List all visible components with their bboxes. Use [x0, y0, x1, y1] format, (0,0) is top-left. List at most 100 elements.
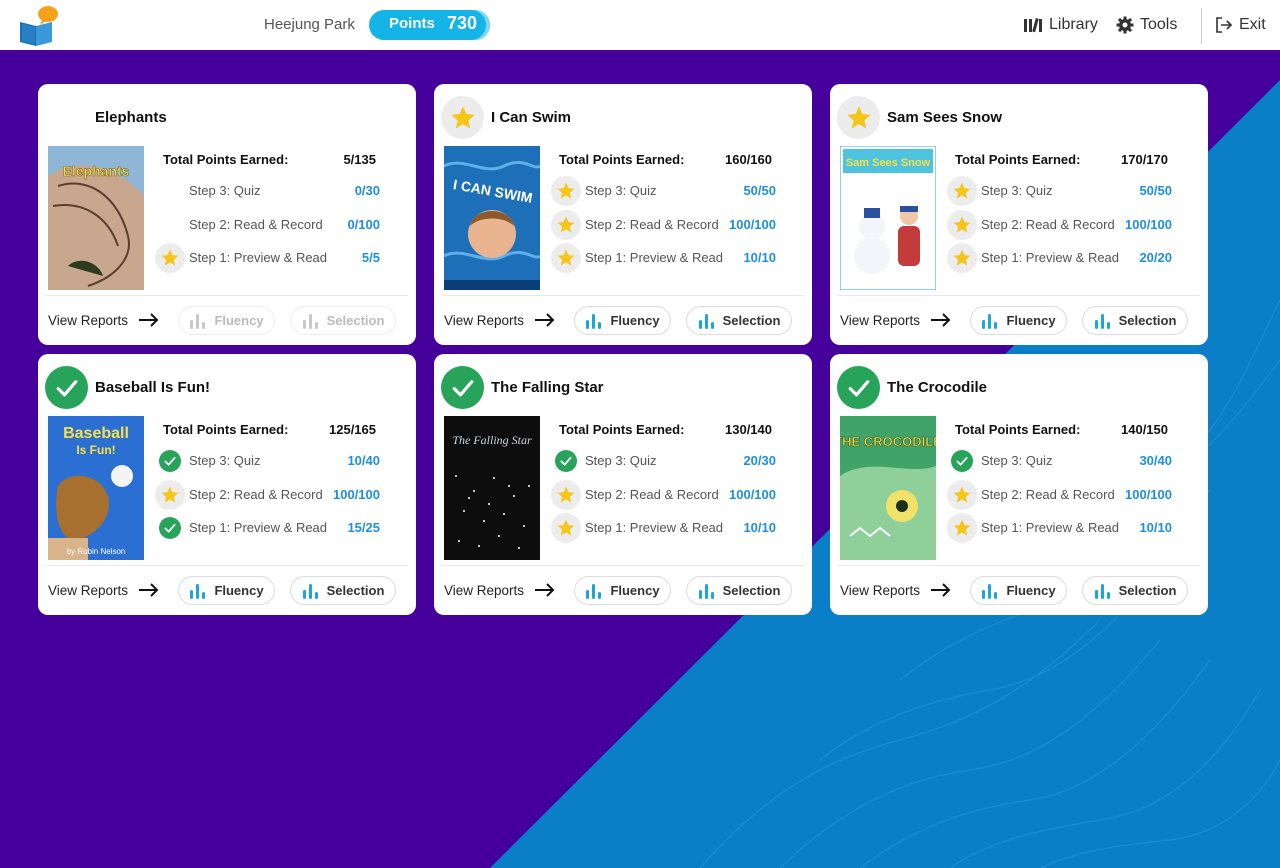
step-row[interactable]: Step 2: Read & Record 100/100	[946, 479, 1172, 510]
view-reports-label: View Reports	[48, 313, 129, 328]
star-icon	[953, 182, 971, 199]
total-points-value: 170/170	[1121, 152, 1168, 167]
book-cover[interactable]: I CAN SWIM	[444, 146, 540, 290]
book-cover[interactable]: THE CROCODILE	[840, 416, 936, 560]
selection-report-button[interactable]: Selection	[290, 576, 396, 605]
star-icon	[557, 519, 575, 536]
star-dot	[483, 520, 485, 522]
total-points-label: Total Points Earned:	[955, 422, 1081, 437]
step-row[interactable]: Step 1: Preview & Read 15/25	[154, 513, 380, 543]
star-dot	[463, 510, 465, 512]
book-title[interactable]: Sam Sees Snow	[887, 109, 1002, 126]
star-dot	[528, 485, 530, 487]
selection-button-label: Selection	[1118, 313, 1177, 328]
bar-chart-icon	[982, 583, 998, 599]
step-label: Step 1: Preview & Read	[585, 520, 724, 535]
fluency-report-button[interactable]: Fluency	[970, 576, 1067, 605]
step-label: Step 3: Quiz	[585, 183, 657, 198]
fluency-report-button[interactable]: Fluency	[970, 306, 1067, 335]
step-label: Step 2: Read & Record	[189, 486, 323, 502]
book-cover-wrap[interactable]: Baseball Is Fun! by Robin Nelson	[48, 416, 144, 560]
book-title[interactable]: The Falling Star	[491, 379, 604, 396]
step-row[interactable]: Step 1: Preview & Read 10/10	[550, 243, 776, 273]
svg-text:Sam Sees Snow: Sam Sees Snow	[846, 157, 931, 169]
fluency-report-button[interactable]: Fluency	[574, 306, 671, 335]
step-row[interactable]: Step 1: Preview & Read 5/5	[154, 243, 380, 273]
check-icon	[452, 379, 473, 396]
step-row[interactable]: Step 1: Preview & Read 10/10	[550, 513, 776, 543]
book-cover[interactable]: Sam Sees Snow	[840, 146, 936, 290]
fluency-report-button[interactable]: Fluency	[574, 576, 671, 605]
step-status-icon	[155, 243, 185, 273]
star-dot	[478, 545, 480, 547]
selection-button-label: Selection	[326, 313, 385, 328]
selection-report-button[interactable]: Selection	[1082, 306, 1188, 335]
book-title[interactable]: Elephants	[95, 109, 167, 126]
step-row[interactable]: Step 3: Quiz 50/50	[550, 176, 776, 206]
book-cover-wrap[interactable]: THE CROCODILE	[840, 416, 936, 560]
step-row[interactable]: Step 2: Read & Record 0/100	[154, 210, 380, 240]
completion-badge	[837, 366, 880, 409]
total-points-label: Total Points Earned:	[955, 152, 1081, 167]
step-row[interactable]: Step 1: Preview & Read 20/20	[946, 243, 1172, 273]
card-divider	[442, 565, 804, 566]
selection-report-button[interactable]: Selection	[1082, 576, 1188, 605]
selection-report-button[interactable]: Selection	[290, 306, 396, 335]
nav-exit[interactable]: Exit	[1215, 16, 1266, 34]
step-row[interactable]: Step 3: Quiz 10/40	[154, 446, 380, 476]
step-row[interactable]: Step 3: Quiz 50/50	[946, 176, 1172, 206]
exit-icon	[1216, 17, 1233, 33]
book-title[interactable]: Baseball Is Fun!	[95, 379, 210, 396]
book-cover-wrap[interactable]: I CAN SWIM	[444, 146, 540, 290]
book-title[interactable]: I Can Swim	[491, 109, 571, 126]
total-points-value: 130/140	[725, 422, 772, 437]
step-row[interactable]: Step 1: Preview & Read 10/10	[946, 513, 1172, 543]
step-row[interactable]: Step 2: Read & Record 100/100	[550, 479, 776, 510]
book-cover-wrap[interactable]: The Falling Star	[444, 416, 540, 560]
book-cover[interactable]: Baseball Is Fun! by Robin Nelson	[48, 416, 144, 560]
nav-tools[interactable]: Tools	[1116, 16, 1177, 34]
fluency-report-button[interactable]: Fluency	[178, 306, 275, 335]
view-reports-label: View Reports	[840, 583, 921, 598]
step-row[interactable]: Step 2: Read & Record 100/100	[946, 209, 1172, 240]
fluency-report-button[interactable]: Fluency	[178, 576, 275, 605]
check-icon	[956, 456, 968, 466]
step-row[interactable]: Step 2: Read & Record 100/100	[550, 209, 776, 240]
points-value: 730	[447, 13, 478, 33]
card-divider	[442, 295, 804, 296]
step-score: 10/40	[347, 453, 380, 468]
book-card: The Falling Star The Falling Star Total …	[434, 354, 812, 615]
step-score: 100/100	[1125, 216, 1172, 232]
total-points-value: 125/165	[329, 422, 376, 437]
view-reports-label: View Reports	[48, 583, 129, 598]
step-row[interactable]: Step 3: Quiz 30/40	[946, 446, 1172, 476]
step-status-icon	[155, 513, 185, 543]
book-cover[interactable]: The Falling Star	[444, 416, 540, 560]
step-score: 100/100	[729, 486, 776, 502]
step-score: 10/10	[743, 520, 776, 535]
fluency-button-label: Fluency	[610, 313, 660, 328]
step-row[interactable]: Step 2: Read & Record 100/100	[154, 479, 380, 510]
app-logo[interactable]	[16, 4, 60, 48]
book-title[interactable]: The Crocodile	[887, 379, 987, 396]
star-dot	[518, 547, 520, 549]
book-cover-wrap[interactable]: Elephants	[48, 146, 144, 290]
star-icon	[846, 105, 871, 128]
fluency-button-label: Fluency	[214, 313, 264, 328]
star-dot	[513, 495, 515, 497]
nav-tools-label: Tools	[1140, 16, 1178, 33]
gear-icon	[1116, 16, 1134, 34]
completion-badge	[45, 366, 88, 409]
star-dot	[508, 485, 510, 487]
step-row[interactable]: Step 3: Quiz 20/30	[550, 446, 776, 476]
star-dot	[455, 475, 457, 477]
star-dot	[458, 540, 460, 542]
book-cover-wrap[interactable]: Sam Sees Snow	[840, 146, 936, 290]
selection-report-button[interactable]: Selection	[686, 576, 792, 605]
arrow-right-icon	[139, 583, 159, 597]
selection-report-button[interactable]: Selection	[686, 306, 792, 335]
book-cover[interactable]: Elephants	[48, 146, 144, 290]
arrow-right-icon	[139, 313, 159, 327]
nav-library[interactable]: Library	[1023, 16, 1098, 34]
step-row[interactable]: Step 3: Quiz 0/30	[154, 176, 380, 206]
